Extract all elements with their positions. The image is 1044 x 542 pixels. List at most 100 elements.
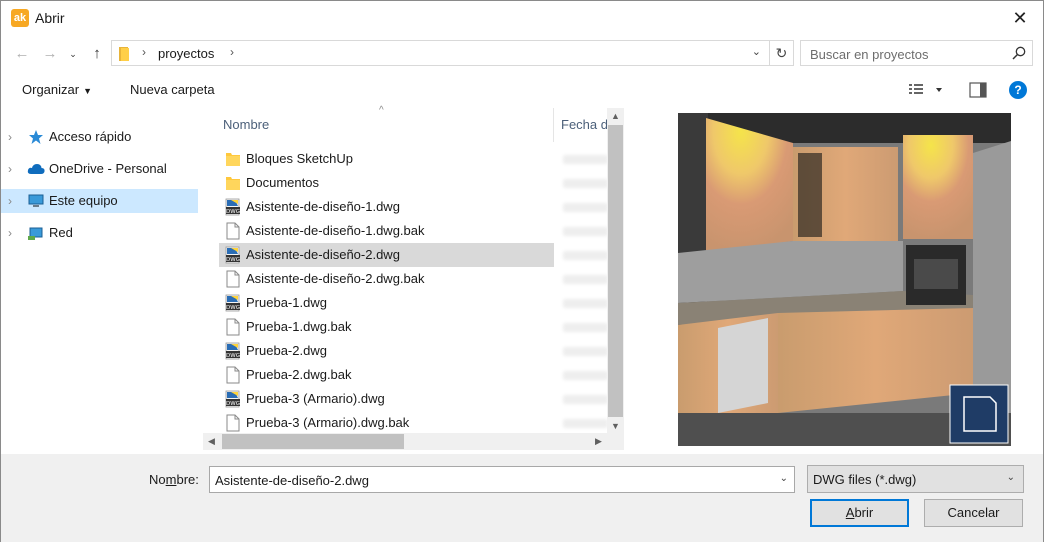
file-name: Prueba-3 (Armario).dwg [246,391,385,406]
dwg-file-icon: DWG [225,246,240,264]
column-date-header[interactable]: Fecha d [561,117,608,132]
help-button[interactable]: ? [1009,81,1027,99]
up-button[interactable]: ↑ [86,43,108,65]
file-row[interactable]: DWG Prueba-2.dwg [219,339,554,363]
search-icon [1012,46,1026,60]
chevron-right-icon[interactable]: › [8,226,12,240]
kitchen-render-image [678,113,1011,446]
file-row[interactable]: Prueba-1.dwg.bak [219,315,554,339]
file-name: Bloques SketchUp [246,151,353,166]
column-divider[interactable] [553,108,554,142]
file-preview-image [678,113,1011,446]
open-button[interactable]: Abrir [810,499,909,527]
scrollbar-thumb[interactable] [222,434,404,449]
file-row[interactable]: DWG Asistente-de-diseño-2.dwg [219,243,554,267]
arrow-left-icon: ← [14,45,30,62]
nav-item-label: Este equipo [49,193,118,208]
file-name: Prueba-1.dwg [246,295,327,310]
chevron-right-icon[interactable]: › [8,130,12,144]
file-row[interactable]: Asistente-de-diseño-2.dwg.bak [219,267,554,291]
file-name: Prueba-2.dwg.bak [246,367,352,382]
file-name: Documentos [246,175,319,190]
search-input[interactable]: Buscar en proyectos [800,40,1033,66]
file-row[interactable]: DWG Asistente-de-diseño-1.dwg [219,195,554,219]
chevron-right-icon[interactable]: › [8,162,12,176]
new-folder-button[interactable]: Nueva carpeta [130,82,215,97]
nav-item-this-pc[interactable]: › Este equipo [1,189,198,213]
refresh-icon: ↻ [775,45,788,61]
filename-label: Nombre: [149,472,199,487]
command-bar: Organizar ▼ Nueva carpeta ? [1,73,1043,107]
cancel-button[interactable]: Cancelar [924,499,1023,527]
organize-label: Organizar [22,82,80,97]
address-path[interactable]: proyectos [158,46,214,61]
organize-menu-button[interactable]: Organizar ▼ [22,82,92,97]
scroll-right-icon[interactable]: ▶ [590,433,607,450]
chevron-down-icon[interactable]: ⌄ [780,473,788,484]
file-name: Asistente-de-diseño-2.dwg.bak [246,271,425,286]
navigation-pane: › Acceso rápido › OneDrive - Personal › … [1,125,201,451]
nav-item-onedrive[interactable]: › OneDrive - Personal [1,157,198,181]
file-date-blurred [563,299,608,308]
back-button[interactable]: ← [11,43,33,65]
svg-text:DWG: DWG [226,305,240,311]
file-date-blurred [563,419,608,428]
file-row[interactable]: DWG Prueba-3 (Armario).dwg [219,387,554,411]
nav-item-network[interactable]: › Red [1,221,198,245]
file-name: Asistente-de-diseño-1.dwg.bak [246,223,425,238]
chevron-down-icon[interactable]: ⌄ [752,45,761,58]
nav-item-quick-access[interactable]: › Acceso rápido [1,125,198,149]
file-row[interactable]: DWG Prueba-1.dwg [219,291,554,315]
file-name: Asistente-de-diseño-2.dwg [246,247,400,262]
preview-pane-icon [980,83,986,97]
column-header: ^ Nombre Fecha d [203,105,626,142]
folder-icon [226,177,240,190]
folder-icon [119,47,129,61]
svg-text:DWG: DWG [226,401,240,407]
preview-pane-button[interactable] [969,82,987,98]
recent-locations-button[interactable]: ⌄ [67,43,79,65]
file-date-blurred [563,203,608,212]
chevron-right-icon[interactable]: › [8,194,12,208]
network-icon [28,227,43,240]
file-name: Prueba-2.dwg [246,343,327,358]
arrow-up-icon: ↑ [93,45,101,62]
svg-text:DWG: DWG [226,353,240,359]
file-row[interactable]: Documentos [219,171,554,195]
caret-down-icon: ▼ [83,86,92,96]
vertical-scrollbar[interactable]: ▲ ▼ [607,108,624,435]
file-row[interactable]: Prueba-2.dwg.bak [219,363,554,387]
scroll-left-icon[interactable]: ◀ [203,433,220,450]
forward-button[interactable]: → [39,43,61,65]
filename-value[interactable]: Asistente-de-diseño-2.dwg [215,473,369,488]
svg-text:DWG: DWG [226,209,240,215]
refresh-button[interactable]: ↻ [769,41,793,65]
dwg-file-icon: DWG [225,342,240,360]
chevron-right-icon[interactable]: › [230,45,234,59]
scroll-up-icon[interactable]: ▲ [607,108,624,125]
file-icon [226,414,240,432]
close-button[interactable]: ✕ [997,1,1043,35]
file-row[interactable]: Asistente-de-diseño-1.dwg.bak [219,219,554,243]
dwg-file-icon: DWG [225,294,240,312]
file-row[interactable]: Prueba-3 (Armario).dwg.bak [219,411,554,435]
folder-icon [226,153,240,166]
file-date-blurred [563,227,608,236]
filename-input[interactable]: Asistente-de-diseño-2.dwg ⌄ [209,466,795,493]
file-date-blurred [563,155,608,164]
scrollbar-corner [607,433,624,450]
file-name: Prueba-1.dwg.bak [246,319,352,334]
filetype-select[interactable]: DWG files (*.dwg) ⌄ [807,465,1024,493]
file-row[interactable]: Bloques SketchUp [219,147,554,171]
horizontal-scrollbar[interactable]: ◀ ▶ [203,433,607,450]
app-logo-icon: ak [11,9,29,27]
view-options-button[interactable] [908,82,942,98]
file-date-blurred [563,323,608,332]
sort-ascending-icon: ^ [379,105,384,116]
scrollbar-thumb[interactable] [608,125,623,417]
svg-text:DWG: DWG [226,257,240,263]
dialog-title: Abrir [35,10,65,26]
column-name-header[interactable]: Nombre [223,117,269,132]
chevron-down-icon: ⌄ [1006,472,1015,483]
address-bar[interactable]: › proyectos › ⌄ ↻ [111,40,794,66]
